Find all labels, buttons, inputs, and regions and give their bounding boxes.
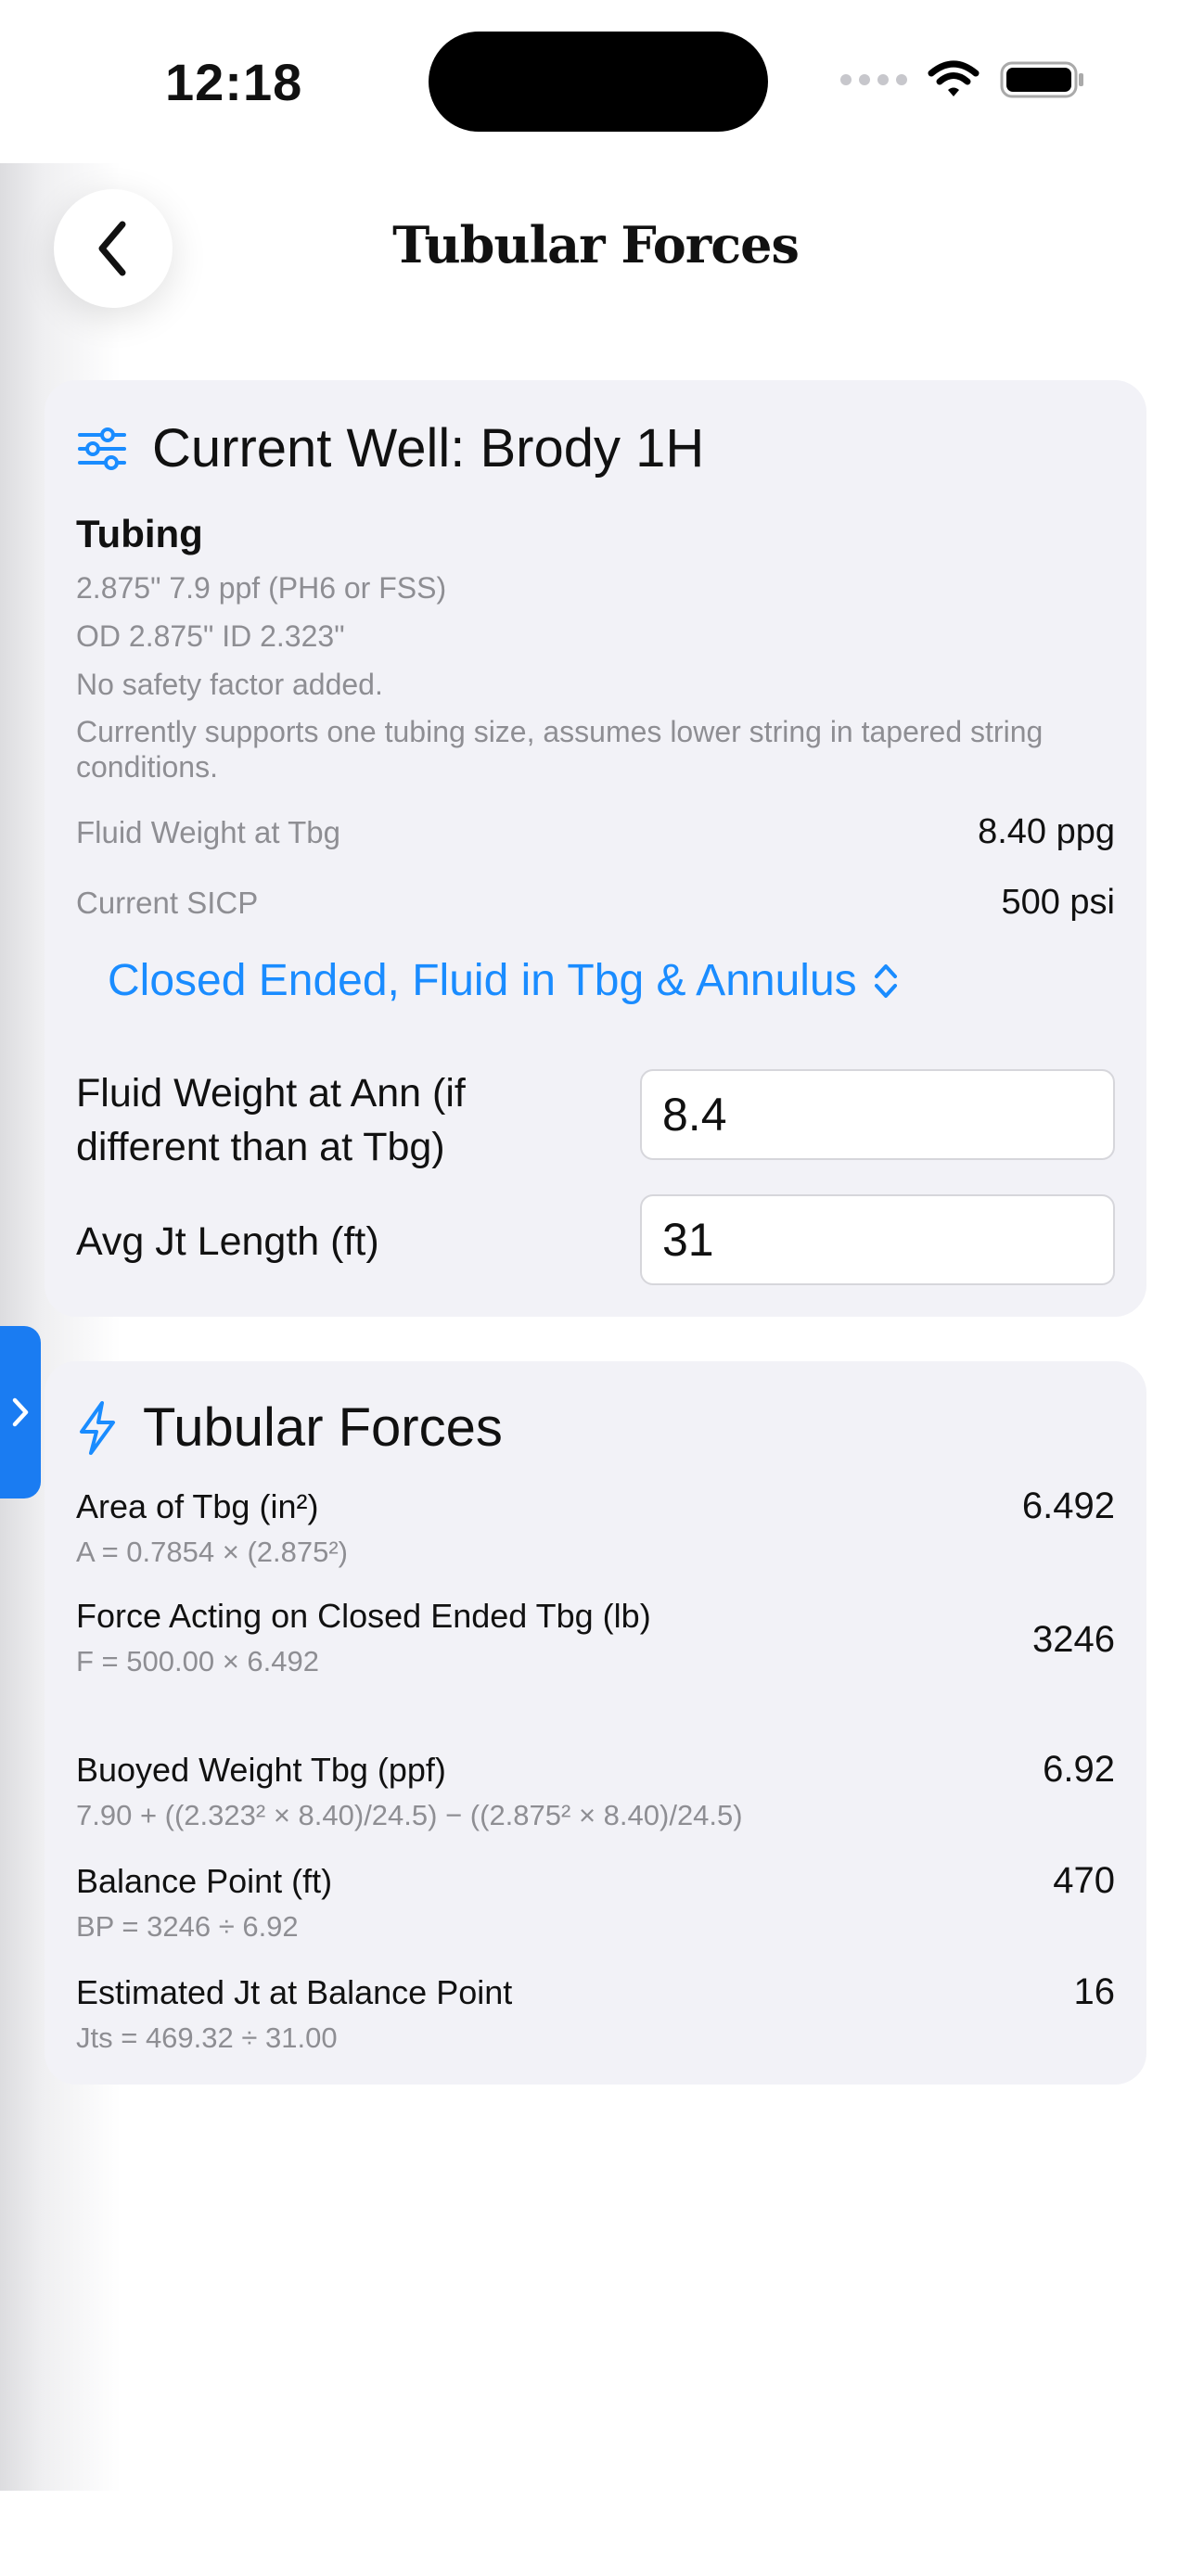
- tubing-dimensions: OD 2.875" ID 2.323": [76, 619, 345, 653]
- tubular-forces-title: Tubular Forces: [143, 1397, 503, 1458]
- metric-balance-point-value: 470: [1053, 1860, 1115, 1901]
- sliders-icon: [78, 427, 126, 470]
- fluid-weight-ann-input[interactable]: [640, 1069, 1115, 1160]
- page-title: Tubular Forces: [392, 215, 800, 274]
- dynamic-island: [429, 32, 768, 132]
- fluid-weight-tbg-label: Fluid Weight at Tbg: [76, 815, 340, 849]
- fluid-weight-tbg-value: 8.40 ppg: [978, 812, 1115, 851]
- metric-force-formula: F = 500.00 × 6.492: [76, 1645, 319, 1677]
- jt-length-label: Avg Jt Length (ft): [76, 1219, 379, 1264]
- sicp-label: Current SICP: [76, 886, 259, 920]
- tubular-forces-header: Tubular Forces: [76, 1396, 503, 1459]
- current-well-header: Current Well: Brody 1H: [76, 417, 704, 479]
- scenario-picker[interactable]: Closed Ended, Fluid in Tbg & Annulus: [108, 955, 900, 1006]
- battery-icon: [1000, 61, 1083, 98]
- metric-buoyed-weight: Buoyed Weight Tbg (ppf) 7.90 + ((2.323² …: [76, 1749, 1115, 1832]
- metric-balance-point-formula: BP = 3246 ÷ 6.92: [76, 1910, 299, 1943]
- wifi-icon: [928, 60, 980, 96]
- tubing-label: Tubing: [76, 512, 203, 555]
- metric-balance-point: Balance Point (ft) BP = 3246 ÷ 6.92 470: [76, 1860, 1115, 1944]
- metric-force-value: 3246: [1032, 1619, 1115, 1660]
- updown-chevron-icon: [874, 963, 897, 998]
- metric-area-name: Area of Tbg (in²): [76, 1487, 319, 1525]
- safety-factor-note: No safety factor added.: [76, 668, 383, 701]
- jt-length-input[interactable]: [640, 1194, 1115, 1285]
- tubing-size: 2.875" 7.9 ppf (PH6 or FSS): [76, 571, 447, 605]
- signal-icon: [840, 74, 907, 85]
- current-well-card: Current Well: Brody 1H Tubing 2.875" 7.9…: [45, 380, 1146, 1317]
- metric-estimated-jt: Estimated Jt at Balance Point Jts = 469.…: [76, 1971, 1115, 2055]
- metric-force-name: Force Acting on Closed Ended Tbg (lb): [76, 1597, 651, 1635]
- metric-buoyed-weight-name: Buoyed Weight Tbg (ppf): [76, 1751, 446, 1789]
- metric-area-value: 6.492: [1021, 1486, 1115, 1526]
- metric-buoyed-weight-formula: 7.90 + ((2.323² × 8.40)/24.5) − ((2.875²…: [76, 1799, 743, 1831]
- metric-balance-point-name: Balance Point (ft): [76, 1862, 333, 1900]
- chevron-right-icon: [12, 1397, 29, 1427]
- metric-force: Force Acting on Closed Ended Tbg (lb) F …: [76, 1595, 1115, 1678]
- sicp-value: 500 psi: [1001, 883, 1115, 922]
- status-time: 12:18: [165, 53, 303, 111]
- status-icons: [840, 59, 1085, 100]
- fluid-weight-ann-label: Fluid Weight at Ann (if different than a…: [76, 1071, 466, 1169]
- status-bar: 12:18: [0, 0, 1191, 163]
- fluid-weight-tbg-row: Fluid Weight at Tbg 8.40 ppg: [76, 812, 1115, 852]
- metric-area-formula: A = 0.7854 × (2.875²): [76, 1536, 348, 1568]
- scenario-picker-value: Closed Ended, Fluid in Tbg & Annulus: [108, 956, 857, 1005]
- metric-buoyed-weight-value: 6.92: [1043, 1749, 1115, 1790]
- metric-area: Area of Tbg (in²) A = 0.7854 × (2.875²) …: [76, 1486, 1115, 1569]
- current-well-title: Current Well: Brody 1H: [152, 418, 705, 478]
- tubular-forces-card: Tubular Forces Area of Tbg (in²) A = 0.7…: [45, 1361, 1146, 2085]
- metric-estimated-jt-value: 16: [1073, 1971, 1116, 2012]
- tapered-string-note: Currently supports one tubing size, assu…: [76, 715, 1044, 784]
- sicp-row: Current SICP 500 psi: [76, 883, 1115, 923]
- bolt-icon: [80, 1400, 115, 1455]
- side-panel-toggle[interactable]: [0, 1326, 41, 1498]
- metric-estimated-jt-name: Estimated Jt at Balance Point: [76, 1973, 513, 2011]
- metric-estimated-jt-formula: Jts = 469.32 ÷ 31.00: [76, 2021, 338, 2054]
